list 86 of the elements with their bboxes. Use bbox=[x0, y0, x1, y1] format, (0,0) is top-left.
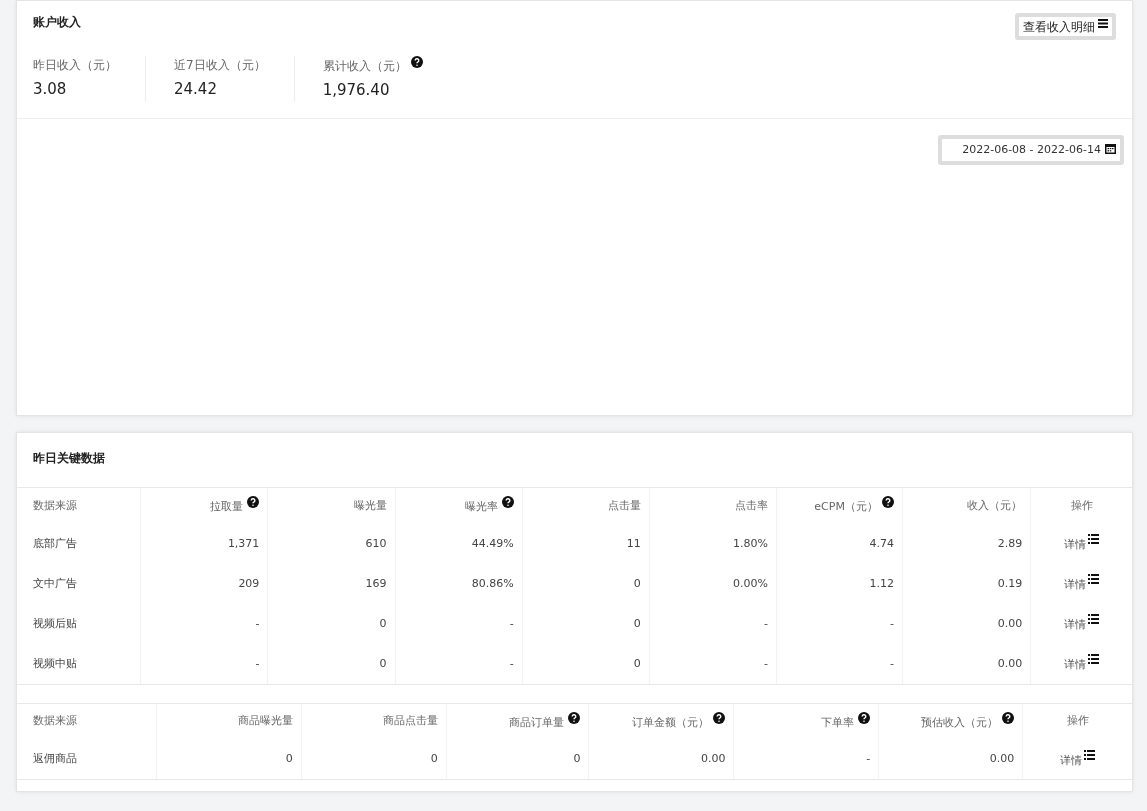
date-range-field[interactable]: 2022-06-08 - 2022-06-14 bbox=[938, 134, 1124, 166]
table-cell: 底部广告 bbox=[17, 523, 141, 564]
table-cell: 4.74 bbox=[776, 523, 903, 564]
help-icon[interactable] bbox=[410, 56, 423, 69]
table-cell: 视频中贴 bbox=[17, 643, 141, 684]
table-cell: 0.00 bbox=[902, 643, 1031, 684]
list-icon[interactable] bbox=[1088, 534, 1100, 545]
column-header: 数据来源 bbox=[33, 714, 77, 728]
column-header: 点击率 bbox=[734, 498, 768, 512]
table-cell: 209 bbox=[140, 563, 268, 604]
column-header: 订单金额（元） bbox=[632, 715, 710, 729]
table-cell: 0 bbox=[301, 739, 447, 780]
column-header: 商品订单量 bbox=[509, 715, 565, 729]
column-header: 数据来源 bbox=[33, 498, 77, 512]
detail-link[interactable]: 详情 bbox=[1064, 578, 1100, 592]
table-cell: 0 bbox=[267, 643, 395, 684]
column-header: eCPM（元） bbox=[814, 500, 878, 514]
table-cell: 0 bbox=[267, 603, 395, 644]
table-cell: 2.89 bbox=[902, 523, 1031, 564]
detail-link[interactable]: 详情 bbox=[1064, 538, 1100, 552]
table-cell: 80.86% bbox=[395, 563, 523, 604]
table-cell: 0 bbox=[446, 739, 589, 780]
list-icon[interactable] bbox=[1088, 614, 1100, 625]
table-cell: - bbox=[140, 643, 268, 684]
table-cell: - bbox=[140, 603, 268, 644]
table-cell: 0.00 bbox=[902, 603, 1031, 644]
table-cell: 0.19 bbox=[902, 563, 1031, 604]
card-title: 昨日关键数据 bbox=[33, 451, 105, 466]
detail-link[interactable]: 详情 bbox=[1064, 658, 1100, 672]
table-cell: - bbox=[649, 603, 777, 644]
table-cell: - bbox=[395, 643, 523, 684]
stat-value: 24.42 bbox=[174, 79, 218, 101]
table-cell: 1,371 bbox=[140, 523, 268, 564]
table-cell: - bbox=[776, 643, 903, 684]
help-icon[interactable] bbox=[713, 711, 726, 724]
table-cell: 1.80% bbox=[649, 523, 777, 564]
help-icon[interactable] bbox=[858, 711, 871, 724]
help-icon[interactable] bbox=[1002, 711, 1015, 724]
column-header: 收入（元） bbox=[967, 498, 1023, 512]
list-icon[interactable] bbox=[1084, 749, 1096, 760]
table-cell: 0 bbox=[522, 603, 650, 644]
list-icon[interactable] bbox=[1088, 574, 1100, 585]
column-header: 曝光量 bbox=[353, 498, 387, 512]
table-cell: - bbox=[776, 603, 903, 644]
column-header: 预估收入（元） bbox=[921, 715, 999, 729]
table-cell: - bbox=[649, 643, 777, 684]
menu-icon bbox=[1098, 19, 1108, 28]
column-header: 曝光率 bbox=[464, 500, 498, 514]
card-title: 账户收入 bbox=[33, 14, 81, 31]
detail-link[interactable]: 详情 bbox=[1064, 618, 1100, 632]
table-cell: 0.00% bbox=[649, 563, 777, 604]
table-cell: - bbox=[733, 739, 879, 780]
table-cell: 610 bbox=[267, 523, 395, 564]
table-cell: 0 bbox=[522, 643, 650, 684]
stat-label: 近7日收入（元） bbox=[174, 58, 266, 73]
table-cell: 44.49% bbox=[395, 523, 523, 564]
table-cell: 0.00 bbox=[878, 739, 1023, 780]
column-header: 商品点击量 bbox=[382, 714, 438, 728]
table-cell: 1.12 bbox=[776, 563, 903, 604]
stat-label: 累计收入（元） bbox=[322, 59, 407, 74]
column-header: 点击量 bbox=[607, 498, 641, 512]
table-cell: 返佣商品 bbox=[17, 739, 157, 780]
stat-value: 3.08 bbox=[33, 79, 68, 101]
table-cell: 11 bbox=[522, 523, 650, 564]
table-cell: 视频后贴 bbox=[17, 603, 141, 644]
table-cell: 0.00 bbox=[588, 739, 734, 780]
help-icon[interactable] bbox=[881, 496, 894, 509]
list-icon[interactable] bbox=[1088, 654, 1100, 665]
table-cell: 0 bbox=[522, 563, 650, 604]
column-header: 操作 bbox=[1066, 714, 1089, 728]
calendar-icon bbox=[1105, 142, 1116, 154]
column-header: 操作 bbox=[1070, 498, 1093, 512]
stat-value: 1,976.40 bbox=[322, 80, 391, 102]
table-cell: 0 bbox=[156, 739, 302, 780]
table-cell: - bbox=[395, 603, 523, 644]
help-icon[interactable] bbox=[247, 496, 260, 509]
column-header: 拉取量 bbox=[210, 500, 244, 514]
column-header: 下单率 bbox=[821, 715, 855, 729]
column-header: 商品曝光量 bbox=[237, 714, 293, 728]
help-icon[interactable] bbox=[568, 711, 581, 724]
detail-link[interactable]: 详情 bbox=[1060, 753, 1096, 767]
stat-label: 昨日收入（元） bbox=[33, 58, 117, 73]
table-cell: 169 bbox=[267, 563, 395, 604]
table-cell: 文中广告 bbox=[17, 563, 141, 604]
help-icon[interactable] bbox=[501, 496, 514, 509]
income-detail-button[interactable]: 查看收入明细 bbox=[1015, 13, 1116, 41]
